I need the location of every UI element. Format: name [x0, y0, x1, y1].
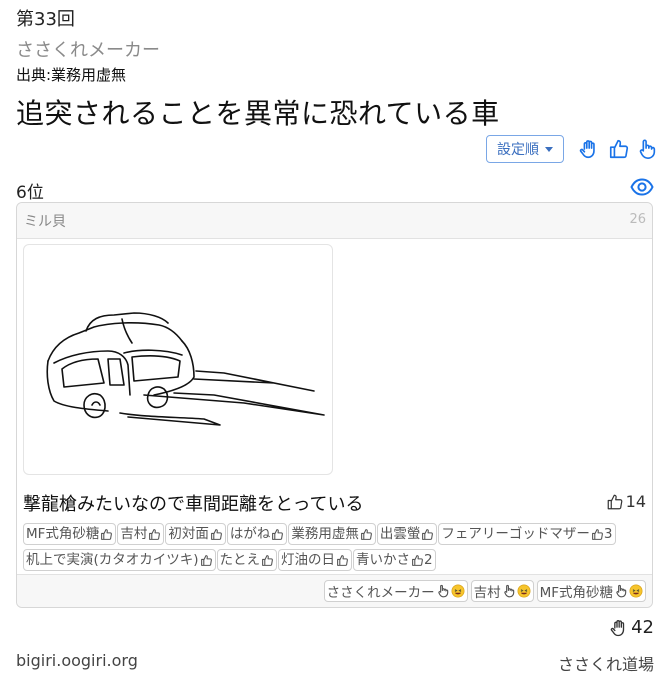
card-footer: ささくれメーカー 吉村 MF式角砂糖 [17, 574, 652, 607]
thumbs-up-icon [200, 554, 212, 566]
voter-chip[interactable]: たとえ [216, 549, 278, 571]
voter-name: 灯油の日 [281, 552, 336, 568]
thumbs-up-icon [422, 528, 434, 540]
thumbs-up-icon [607, 494, 622, 509]
card-header: ミル貝 26 [17, 203, 652, 239]
rofl-emoji [451, 584, 465, 598]
dojo-name[interactable]: ささくれ道場 [558, 651, 654, 675]
round-number: 第33回 [16, 9, 75, 30]
hand-icon [610, 619, 625, 636]
pointing-hand-icon [503, 584, 514, 598]
chevron-down-icon [545, 146, 553, 152]
thumbs-up-icon [101, 528, 113, 540]
answer-like-count: 14 [625, 492, 646, 511]
source-label: 出典:業務用虚無 [16, 66, 127, 84]
answer-drawing [23, 244, 333, 475]
reaction-user: ささくれメーカー [326, 585, 435, 601]
car-sketch [46, 312, 325, 426]
theme-title: 追突されることを異常に恐れている車 [16, 97, 500, 130]
voter-name: MF式角砂糖 [26, 526, 100, 542]
thumbs-up-icon [262, 554, 273, 566]
answer-text: 撃龍槍みたいなので車間距離をとっている [23, 494, 364, 515]
sort-label: 設定順 [497, 142, 539, 158]
reaction-user: 吉村 [473, 585, 501, 601]
voter-count: 3 [603, 526, 613, 542]
pointing-hand-icon [616, 584, 627, 598]
laughing-emoji [629, 584, 643, 598]
laughing-emoji [517, 584, 531, 598]
thumbs-up-icon [412, 554, 423, 566]
voter-name: はがね [229, 526, 271, 542]
answer-count: 26 [629, 212, 646, 227]
thumbs-up-icon [592, 528, 603, 540]
total-hands-count: 42 [631, 617, 654, 638]
voter-chip[interactable]: 灯油の日 [278, 549, 353, 571]
thumbs-up-icon [149, 528, 161, 540]
voter-chip[interactable]: 業務用虚無 [288, 523, 376, 545]
thumbs-up-icon[interactable] [608, 138, 630, 160]
reaction-chip[interactable]: MF式角砂糖 [536, 580, 646, 602]
answer-card: ミル貝 26 撃龍槍みたいなので車間距離をとっている 14 MF式角砂糖 吉村 … [16, 202, 653, 608]
pointing-hand-icon [437, 584, 448, 598]
reaction-chip[interactable]: 吉村 [470, 580, 534, 602]
voter-chip[interactable]: MF式角砂糖 [23, 523, 117, 545]
hand-icon[interactable] [578, 138, 600, 160]
voter-list: MF式角砂糖 吉村 初対面 はがね 業務用虚無 出雲螢 フェアリーゴッドマザー 3 机上で実演(… [23, 523, 648, 571]
site-url[interactable]: bigiri.oogiri.org [16, 651, 138, 670]
reaction-user: MF式角砂糖 [539, 585, 613, 601]
voter-chip[interactable]: 机上で実演(カタオカイツキ) [23, 549, 216, 571]
answer-likes: 14 [606, 492, 646, 511]
voter-name: 机上で実演(カタオカイツキ) [26, 552, 199, 568]
voter-name: 吉村 [120, 526, 148, 542]
sort-dropdown[interactable]: 設定順 [486, 135, 564, 163]
voter-chip[interactable]: 初対面 [165, 523, 226, 545]
pointing-hand-icon[interactable] [636, 138, 658, 160]
author-name[interactable]: ミル貝 [24, 211, 66, 231]
voter-name: 業務用虚無 [291, 526, 359, 542]
eye-icon[interactable] [630, 176, 654, 198]
reaction-chip[interactable]: ささくれメーカー [323, 580, 468, 602]
voter-name: 初対面 [168, 526, 209, 542]
host-name[interactable]: ささくれメーカー [16, 36, 160, 62]
voter-chip[interactable]: はがね [226, 523, 288, 545]
voter-name: 青いかさ [356, 552, 411, 568]
thumbs-up-icon [361, 528, 372, 540]
reaction-list: ささくれメーカー 吉村 MF式角砂糖 [323, 580, 646, 602]
voter-chip[interactable]: 出雲螢 [376, 523, 438, 545]
thumbs-up-icon [337, 554, 348, 566]
thumbs-up-icon [272, 528, 284, 540]
voter-name: 出雲螢 [379, 526, 421, 542]
voter-chip[interactable]: 吉村 [117, 523, 165, 545]
voter-name: フェアリーゴッドマザー [441, 526, 590, 542]
thumbs-up-icon [211, 528, 222, 540]
voter-chip[interactable]: 青いかさ 2 [353, 549, 436, 571]
voter-count: 2 [424, 552, 433, 568]
rank-label: 6位 [16, 183, 44, 203]
voter-chip[interactable]: フェアリーゴッドマザー 3 [438, 523, 616, 545]
total-hands: 42 [609, 617, 654, 638]
voter-name: たとえ [219, 552, 261, 568]
